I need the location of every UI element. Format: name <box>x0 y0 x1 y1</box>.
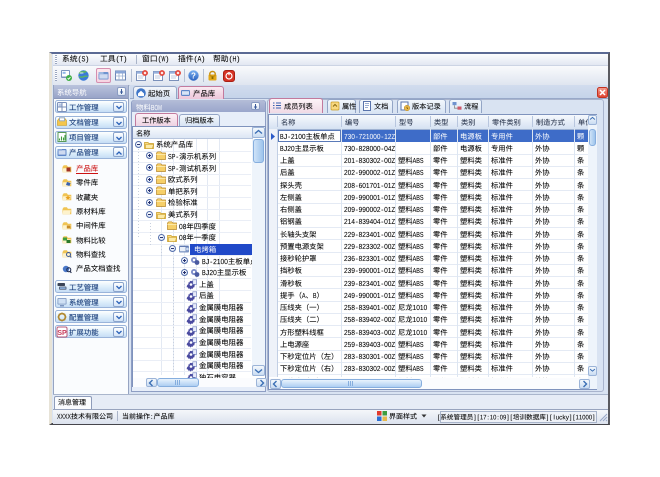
svg-text:?: ? <box>191 71 196 80</box>
svg-text:SP: SP <box>57 329 67 336</box>
